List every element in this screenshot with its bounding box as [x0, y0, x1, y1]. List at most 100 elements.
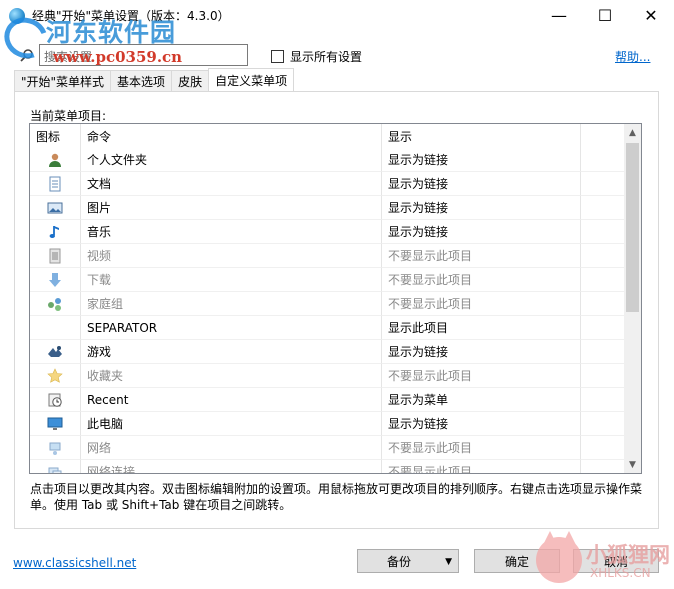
list-item-command[interactable]: 此电脑 — [81, 412, 382, 436]
list-item-icon-cell[interactable] — [30, 292, 81, 316]
list-item-display[interactable]: 显示为菜单 — [382, 388, 581, 412]
list-item-display[interactable]: 不要显示此项目 — [382, 292, 581, 316]
list-item-command[interactable]: 视频 — [81, 244, 382, 268]
list-item-display[interactable]: 显示为链接 — [382, 220, 581, 244]
list-item-extra-cell — [581, 460, 625, 473]
minimize-button[interactable]: — — [536, 0, 582, 31]
list-item-icon-cell[interactable] — [30, 412, 81, 436]
list-item-icon-cell[interactable] — [30, 460, 81, 473]
list-item-icon-cell[interactable] — [30, 148, 81, 172]
ok-button[interactable]: 确定 — [474, 549, 560, 573]
maximize-button[interactable]: ☐ — [582, 0, 628, 31]
list-item-extra-cell — [581, 148, 625, 172]
tab-basic-options[interactable]: 基本选项 — [110, 70, 173, 91]
list-item[interactable]: 游戏 显示为链接 — [30, 340, 625, 364]
list-item-command[interactable]: 游戏 — [81, 340, 382, 364]
window-title: 经典"开始"菜单设置（版本：4.3.0） — [32, 9, 230, 23]
list-item-command[interactable]: 网络连接 — [81, 460, 382, 473]
list-item-icon-cell[interactable] — [30, 436, 81, 460]
help-link[interactable]: 帮助... — [615, 48, 650, 65]
video-icon — [47, 248, 63, 264]
favorites-star-icon — [47, 367, 63, 384]
list-item-display[interactable]: 不要显示此项目 — [382, 436, 581, 460]
list-item[interactable]: 图片 显示为链接 — [30, 196, 625, 220]
tab-skin[interactable]: 皮肤 — [171, 70, 210, 91]
list-item-command[interactable]: 下载 — [81, 268, 382, 292]
scroll-up-arrow-icon[interactable]: ▲ — [624, 124, 641, 141]
tab-strip: "开始"菜单样式 基本选项 皮肤 自定义菜单项 — [14, 68, 295, 91]
column-header-display[interactable]: 显示 — [382, 124, 581, 148]
list-item[interactable]: SEPARATOR 显示此项目 — [30, 316, 625, 340]
list-item[interactable]: 下载 不要显示此项目 — [30, 268, 625, 292]
list-item[interactable]: 视频 不要显示此项目 — [30, 244, 625, 268]
list-item-icon-cell[interactable] — [30, 364, 81, 388]
list-item[interactable]: 音乐 显示为链接 — [30, 220, 625, 244]
list-item-extra-cell — [581, 196, 625, 220]
list-item-icon-cell[interactable] — [30, 196, 81, 220]
list-item[interactable]: 文档 显示为链接 — [30, 172, 625, 196]
tab-customize-menu[interactable]: 自定义菜单项 — [208, 68, 295, 91]
show-all-settings-checkbox[interactable]: 显示所有设置 — [271, 48, 362, 65]
list-item[interactable]: 此电脑 显示为链接 — [30, 412, 625, 436]
list-item[interactable]: 网络连接 不要显示此项目 — [30, 460, 625, 473]
vertical-scrollbar[interactable]: ▲ ▼ — [624, 124, 641, 473]
list-item-display[interactable]: 不要显示此项目 — [382, 460, 581, 473]
list-item[interactable]: Recent 显示为菜单 — [30, 388, 625, 412]
list-item-command[interactable]: 网络 — [81, 436, 382, 460]
list-item-display[interactable]: 显示为链接 — [382, 172, 581, 196]
menu-items-list[interactable]: 图标 命令 显示 个人文件夹 显示为链接 文档 显示为链接 图片 显示为链接 音乐 显示为链接… — [29, 123, 642, 474]
scroll-down-arrow-icon[interactable]: ▼ — [624, 456, 641, 473]
list-item-display[interactable]: 不要显示此项目 — [382, 268, 581, 292]
cancel-button[interactable]: 取消 — [573, 549, 659, 573]
list-body: 个人文件夹 显示为链接 文档 显示为链接 图片 显示为链接 音乐 显示为链接 视频 不要显示此项目… — [30, 148, 625, 473]
column-header-command[interactable]: 命令 — [81, 124, 382, 148]
list-item-extra-cell — [581, 244, 625, 268]
list-item-display[interactable]: 显示此项目 — [382, 316, 581, 340]
list-item-display[interactable]: 显示为链接 — [382, 196, 581, 220]
list-item-command[interactable]: 个人文件夹 — [81, 148, 382, 172]
list-item[interactable]: 个人文件夹 显示为链接 — [30, 148, 625, 172]
picture-icon — [47, 200, 63, 216]
list-item-display[interactable]: 显示为链接 — [382, 148, 581, 172]
scroll-thumb[interactable] — [626, 143, 639, 312]
close-button[interactable]: ✕ — [628, 0, 674, 31]
list-item-extra-cell — [581, 388, 625, 412]
list-item-display[interactable]: 显示为链接 — [382, 340, 581, 364]
list-item-command[interactable]: SEPARATOR — [81, 316, 382, 340]
list-item-command[interactable]: 文档 — [81, 172, 382, 196]
list-item-icon-cell[interactable] — [30, 388, 81, 412]
list-item-command[interactable]: 图片 — [81, 196, 382, 220]
list-item-display[interactable]: 不要显示此项目 — [382, 364, 581, 388]
list-item-extra-cell — [581, 316, 625, 340]
column-header-icon[interactable]: 图标 — [30, 124, 81, 148]
list-item-command[interactable]: 音乐 — [81, 220, 382, 244]
list-item-extra-cell — [581, 364, 625, 388]
list-item-extra-cell — [581, 412, 625, 436]
classicshell-site-link[interactable]: www.classicshell.net — [13, 556, 136, 570]
list-item-display[interactable]: 显示为链接 — [382, 412, 581, 436]
music-note-icon — [47, 224, 63, 240]
list-item-icon-cell[interactable] — [30, 340, 81, 364]
download-arrow-icon — [47, 272, 63, 288]
list-label: 当前菜单项目: — [30, 109, 107, 123]
list-item-icon-cell[interactable] — [30, 220, 81, 244]
list-item[interactable]: 网络 不要显示此项目 — [30, 436, 625, 460]
search-input[interactable]: 搜索设置 — [39, 44, 248, 66]
list-item-extra-cell — [581, 436, 625, 460]
list-item-command[interactable]: 收藏夹 — [81, 364, 382, 388]
list-item-command[interactable]: Recent — [81, 388, 382, 412]
list-item-extra-cell — [581, 220, 625, 244]
backup-button-label: 备份 — [386, 554, 411, 569]
list-item[interactable]: 家庭组 不要显示此项目 — [30, 292, 625, 316]
list-item[interactable]: 收藏夹 不要显示此项目 — [30, 364, 625, 388]
list-item-icon-cell[interactable] — [30, 244, 81, 268]
backup-button[interactable]: 备份 ▼ — [357, 549, 459, 573]
list-item-extra-cell — [581, 268, 625, 292]
list-item-command[interactable]: 家庭组 — [81, 292, 382, 316]
tab-start-menu-style[interactable]: "开始"菜单样式 — [14, 70, 112, 91]
list-item-display[interactable]: 不要显示此项目 — [382, 244, 581, 268]
list-item-icon-cell[interactable] — [30, 268, 81, 292]
checkbox-box[interactable] — [271, 50, 284, 63]
list-item-icon-cell[interactable] — [30, 316, 81, 340]
list-item-icon-cell[interactable] — [30, 172, 81, 196]
